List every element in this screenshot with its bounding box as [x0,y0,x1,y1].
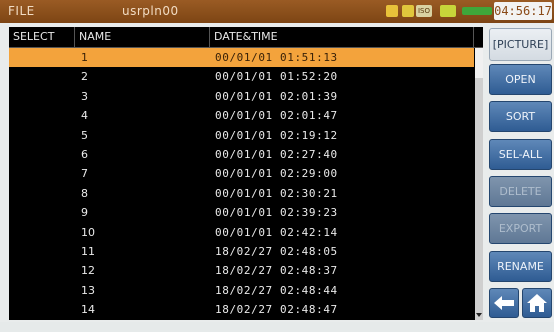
file-name-cell: 6 [81,147,88,161]
left-arrow-icon [494,296,514,310]
table-row[interactable]: 4 00/01/01 02:01:47 [9,106,474,125]
file-name-cell: 14 [81,303,95,317]
export-button[interactable]: EXPORT [489,213,552,244]
sort-button[interactable]: SORT [489,101,552,132]
file-name-cell: 3 [81,89,88,103]
table-row[interactable]: 3 00/01/01 02:01:39 [9,87,474,106]
scroll-down-icon[interactable] [475,310,483,320]
date-time-cell: 00/01/01 02:29:00 [215,167,338,181]
date-time-cell: 00/01/01 02:19:12 [215,128,338,142]
column-header-name[interactable]: NAME [75,27,210,47]
table-row[interactable]: 5 00/01/01 02:19:12 [9,126,474,145]
file-list: 1 00/01/01 01:51:13 2 00/01/01 01:52:20 3 00/… [9,48,474,319]
current-file-name: usrpln00 [122,4,179,18]
file-name-cell: 9 [81,206,88,220]
table-row[interactable]: 1 00/01/01 01:51:13 [9,48,474,68]
table-row[interactable]: 10 00/01/01 02:42:14 [9,223,474,242]
title-bar: FILE usrpln00 ISO 04:56:17 [0,0,554,23]
table-row[interactable]: 13 18/02/27 02:48:44 [9,281,474,300]
table-row[interactable]: 12 18/02/27 02:48:37 [9,261,474,280]
date-time-cell: 18/02/27 02:48:44 [215,283,338,297]
bottom-strip [0,322,554,332]
table-row[interactable]: 7 00/01/01 02:29:00 [9,164,474,183]
file-name-cell: 7 [81,167,88,181]
column-header-select[interactable]: SELECT [9,27,75,47]
rename-button[interactable]: RENAME [489,251,552,282]
picture-button[interactable]: [PICTURE] [489,28,552,61]
status-indicator-icon [402,5,414,17]
date-time-cell: 00/01/01 02:01:39 [215,89,338,103]
scrollbar[interactable] [475,48,483,320]
date-time-cell: 00/01/01 02:30:21 [215,186,338,200]
date-time-cell: 00/01/01 01:51:13 [215,51,338,64]
home-icon [527,294,547,312]
table-row[interactable]: 6 00/01/01 02:27:40 [9,145,474,164]
file-name-cell: 8 [81,186,88,200]
file-name-cell: 4 [81,109,88,123]
iso-indicator-icon: ISO [416,5,432,17]
table-row[interactable]: 9 00/01/01 02:39:23 [9,203,474,222]
file-name-cell: 2 [81,70,88,84]
table-row[interactable]: 2 00/01/01 01:52:20 [9,67,474,86]
status-indicator-icon [386,5,398,17]
app-title: FILE [8,4,35,18]
date-time-cell: 18/02/27 02:48:47 [215,303,338,317]
date-time-cell: 00/01/01 01:52:20 [215,70,338,84]
table-row[interactable]: 8 00/01/01 02:30:21 [9,184,474,203]
home-button[interactable] [522,288,552,318]
table-row[interactable]: 11 18/02/27 02:48:05 [9,242,474,261]
date-time-cell: 00/01/01 02:27:40 [215,147,338,161]
file-name-cell: 1 [81,51,88,64]
delete-button[interactable]: DELETE [489,176,552,207]
file-screen: FILE usrpln00 ISO 04:56:17 SELECT NAME D… [0,0,554,332]
file-name-cell: 13 [81,283,95,297]
battery-icon [462,7,492,15]
clock: 04:56:17 [494,2,552,20]
file-table: SELECT NAME DATE&TIME 1 00/01/01 01:51:13… [9,27,483,320]
file-name-cell: 10 [81,225,95,239]
status-indicator-icon [440,5,456,17]
date-time-cell: 00/01/01 02:01:47 [215,109,338,123]
date-time-cell: 00/01/01 02:42:14 [215,225,338,239]
file-name-cell: 12 [81,264,95,278]
column-header-date[interactable]: DATE&TIME [210,27,474,47]
select-all-button[interactable]: SEL-ALL [489,139,552,170]
date-time-cell: 18/02/27 02:48:37 [215,264,338,278]
table-row[interactable]: 14 18/02/27 02:48:47 [9,300,474,319]
file-name-cell: 5 [81,128,88,142]
file-name-cell: 11 [81,244,95,258]
date-time-cell: 00/01/01 02:39:23 [215,206,338,220]
table-header: SELECT NAME DATE&TIME [9,27,483,48]
scrollbar-thumb[interactable] [475,48,483,78]
date-time-cell: 18/02/27 02:48:05 [215,244,338,258]
back-button[interactable] [489,288,519,318]
open-button[interactable]: OPEN [489,64,552,95]
